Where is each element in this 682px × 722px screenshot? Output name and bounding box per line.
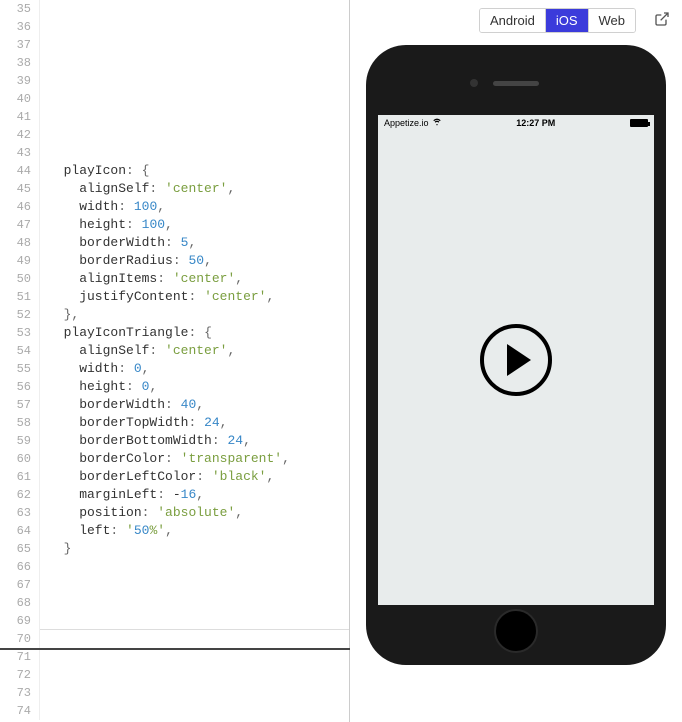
- editor-divider-bold: [0, 648, 350, 650]
- device-speaker: [493, 81, 539, 86]
- status-time: 12:27 PM: [516, 118, 555, 128]
- preview-pane: Android iOS Web Appetize.io 12:2: [350, 0, 682, 722]
- code-content[interactable]: playIcon: { alignSelf: 'center', width: …: [40, 0, 349, 720]
- line-gutter: 3536373839404142434445464748495051525354…: [0, 0, 40, 720]
- home-button[interactable]: [494, 609, 538, 653]
- carrier-label: Appetize.io: [384, 118, 429, 128]
- editor-divider: [40, 629, 349, 630]
- tab-web[interactable]: Web: [589, 9, 636, 32]
- platform-tab-group: Android iOS Web: [479, 8, 636, 33]
- tab-android[interactable]: Android: [480, 9, 546, 32]
- battery-icon: [630, 119, 648, 127]
- wifi-icon: [432, 118, 442, 128]
- device-camera: [470, 79, 478, 87]
- device-screen[interactable]: Appetize.io 12:27 PM: [378, 115, 654, 605]
- code-editor[interactable]: 3536373839404142434445464748495051525354…: [0, 0, 350, 722]
- play-icon: [507, 344, 531, 376]
- external-link-icon[interactable]: [654, 11, 670, 31]
- device-frame: Appetize.io 12:27 PM: [366, 45, 666, 665]
- play-button[interactable]: [480, 324, 552, 396]
- platform-tabs-row: Android iOS Web: [452, 8, 670, 33]
- status-bar: Appetize.io 12:27 PM: [378, 115, 654, 131]
- tab-ios[interactable]: iOS: [546, 9, 589, 32]
